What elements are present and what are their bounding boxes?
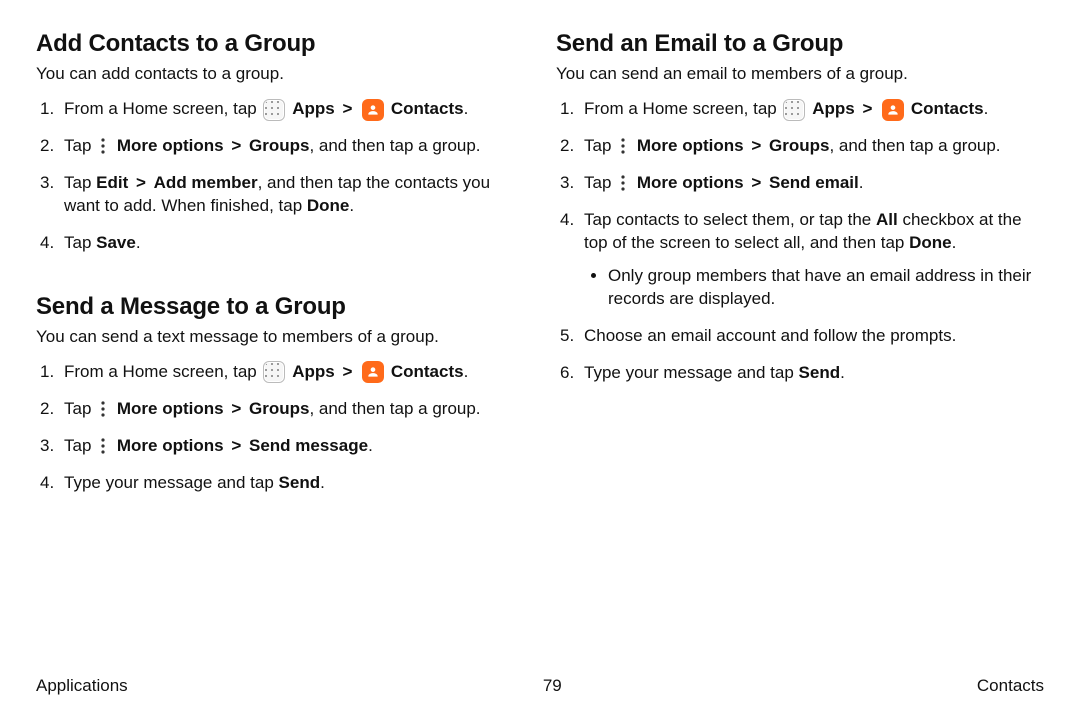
right-column: Send an Email to a Group You can send an… [556, 30, 1044, 668]
list-item: Tap More options > Groups, and then tap … [556, 135, 1044, 158]
steps-add-contacts: From a Home screen, tap Apps > Contacts.… [36, 98, 524, 255]
text: , and then tap the contacts you want to … [64, 173, 490, 215]
done-label: Done [909, 233, 952, 252]
more-options-icon [98, 136, 108, 156]
chevron-right-icon: > [231, 399, 241, 418]
text: Tap [584, 173, 616, 192]
send-label: Send [279, 473, 321, 492]
apps-label: Apps [292, 362, 335, 381]
list-item: From a Home screen, tap Apps > Contacts. [556, 98, 1044, 121]
contacts-icon [362, 361, 384, 383]
groups-label: Groups [249, 136, 309, 155]
apps-icon [263, 361, 285, 383]
sub-bullets: Only group members that have an email ad… [608, 265, 1044, 311]
text: Tap [64, 399, 96, 418]
text: From a Home screen, tap [64, 99, 261, 118]
text: , and then tap a group. [309, 136, 480, 155]
chevron-right-icon: > [231, 436, 241, 455]
groups-label: Groups [249, 399, 309, 418]
chevron-right-icon: > [751, 136, 761, 155]
apps-icon [263, 99, 285, 121]
lead-send-email: You can send an email to members of a gr… [556, 64, 1044, 84]
footer-page-number: 79 [543, 676, 562, 696]
text: From a Home screen, tap [584, 99, 781, 118]
list-item: Choose an email account and follow the p… [556, 325, 1044, 348]
text: , and then tap a group. [829, 136, 1000, 155]
more-options-icon [618, 136, 628, 156]
list-item: Tap More options > Send email. [556, 172, 1044, 195]
list-item: Tap More options > Groups, and then tap … [36, 398, 524, 421]
heading-send-message: Send a Message to a Group [36, 293, 524, 321]
more-options-icon [98, 436, 108, 456]
footer-right: Contacts [977, 676, 1044, 696]
lead-add-contacts: You can add contacts to a group. [36, 64, 524, 84]
contacts-icon [882, 99, 904, 121]
contacts-icon [362, 99, 384, 121]
text: Type your message and tap [64, 473, 279, 492]
chevron-right-icon: > [862, 99, 872, 118]
contacts-label: Contacts [391, 99, 464, 118]
all-label: All [876, 210, 898, 229]
list-item: Tap Edit > Add member, and then tap the … [36, 172, 524, 218]
list-item: From a Home screen, tap Apps > Contacts. [36, 98, 524, 121]
text: Type your message and tap [584, 363, 799, 382]
send-email-label: Send email [769, 173, 859, 192]
left-column: Add Contacts to a Group You can add cont… [36, 30, 524, 668]
heading-send-email: Send an Email to a Group [556, 30, 1044, 58]
more-options-label: More options [117, 436, 224, 455]
groups-label: Groups [769, 136, 829, 155]
apps-label: Apps [812, 99, 855, 118]
steps-send-message: From a Home screen, tap Apps > Contacts.… [36, 361, 524, 495]
contacts-label: Contacts [911, 99, 984, 118]
page-footer: Applications 79 Contacts [36, 676, 1044, 696]
edit-label: Edit [96, 173, 128, 192]
chevron-right-icon: > [136, 173, 146, 192]
list-item: From a Home screen, tap Apps > Contacts. [36, 361, 524, 384]
send-label: Send [799, 363, 841, 382]
steps-send-email: From a Home screen, tap Apps > Contacts.… [556, 98, 1044, 384]
contacts-label: Contacts [391, 362, 464, 381]
more-options-label: More options [637, 173, 744, 192]
text: Tap [64, 436, 96, 455]
text: Tap [584, 136, 616, 155]
heading-add-contacts: Add Contacts to a Group [36, 30, 524, 58]
send-message-label: Send message [249, 436, 368, 455]
done-label: Done [307, 196, 350, 215]
list-item: Only group members that have an email ad… [608, 265, 1044, 311]
chevron-right-icon: > [751, 173, 761, 192]
list-item: Tap More options > Send message. [36, 435, 524, 458]
save-label: Save [96, 233, 136, 252]
more-options-icon [98, 399, 108, 419]
apps-icon [783, 99, 805, 121]
list-item: Tap More options > Groups, and then tap … [36, 135, 524, 158]
list-item: Tap Save. [36, 232, 524, 255]
text: Tap [64, 136, 96, 155]
text: Tap [64, 173, 96, 192]
list-item: Type your message and tap Send. [36, 472, 524, 495]
more-options-icon [618, 173, 628, 193]
chevron-right-icon: > [231, 136, 241, 155]
apps-label: Apps [292, 99, 335, 118]
more-options-label: More options [117, 399, 224, 418]
content-columns: Add Contacts to a Group You can add cont… [36, 30, 1044, 668]
footer-left: Applications [36, 676, 128, 696]
text: Tap [64, 233, 96, 252]
more-options-label: More options [637, 136, 744, 155]
chevron-right-icon: > [342, 99, 352, 118]
chevron-right-icon: > [342, 362, 352, 381]
lead-send-message: You can send a text message to members o… [36, 327, 524, 347]
add-member-label: Add member [154, 173, 258, 192]
text: , and then tap a group. [309, 399, 480, 418]
text: From a Home screen, tap [64, 362, 261, 381]
list-item: Tap contacts to select them, or tap the … [556, 209, 1044, 311]
text: Tap contacts to select them, or tap the [584, 210, 876, 229]
list-item: Type your message and tap Send. [556, 362, 1044, 385]
more-options-label: More options [117, 136, 224, 155]
